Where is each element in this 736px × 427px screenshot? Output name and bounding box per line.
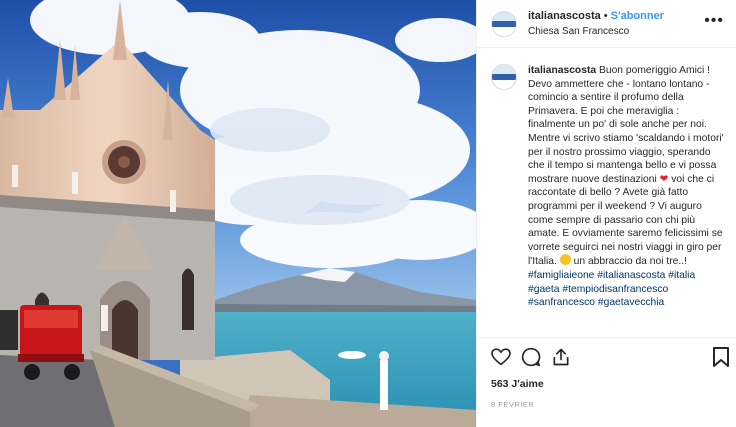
church-photo xyxy=(0,0,476,427)
action-bar: 563 J'aime 8 février xyxy=(477,337,736,427)
action-icons xyxy=(491,344,722,370)
avatar-image xyxy=(492,65,516,89)
hashtag-link[interactable]: #gaeta xyxy=(528,284,560,295)
header-line: italianascosta • S'abonner xyxy=(528,9,664,23)
red-heart-emoji-icon: ❤ xyxy=(659,173,669,185)
hashtag-link[interactable]: #italia xyxy=(668,270,695,281)
follow-button[interactable]: S'abonner xyxy=(611,10,664,22)
instagram-post: italianascosta • S'abonner Chiesa San Fran… xyxy=(0,0,736,427)
bookmark-icon[interactable] xyxy=(712,346,730,368)
caption-body-1: Buon pomeriggio Amici ! Devo ammettere c… xyxy=(528,65,724,185)
hashtag-link[interactable]: #tempiodisanfrancesco xyxy=(562,284,668,295)
hashtag-link[interactable]: #gaetavecchia xyxy=(598,297,664,308)
heart-icon[interactable] xyxy=(491,348,511,366)
avatar[interactable] xyxy=(491,64,517,90)
caption-comment: italianascosta Buon pomeriggio Amici ! D… xyxy=(491,64,724,310)
caption-text: italianascosta Buon pomeriggio Amici ! D… xyxy=(528,64,724,310)
caption-body-2: voi che ci raccontate di bello ? Avete g… xyxy=(528,173,723,268)
likes-count[interactable]: 563 J'aime xyxy=(491,378,722,390)
hashtag-link[interactable]: #italianascosta xyxy=(597,270,665,281)
post-date[interactable]: 8 février xyxy=(491,400,722,409)
location-link[interactable]: Chiesa San Francesco xyxy=(528,25,664,39)
header-text: italianascosta • S'abonner Chiesa San Fran… xyxy=(528,9,664,39)
post-photo[interactable] xyxy=(0,0,476,427)
smile-emoji-icon xyxy=(559,254,571,266)
username-link[interactable]: italianascosta xyxy=(528,10,601,22)
comments-area: italianascosta Buon pomeriggio Amici ! D… xyxy=(477,48,736,337)
caption-username[interactable]: italianascosta xyxy=(528,65,596,76)
caption-body-3: un abbraccio da noi tre..! xyxy=(573,256,687,268)
share-icon[interactable] xyxy=(551,347,571,367)
post-header: italianascosta • S'abonner Chiesa San Fran… xyxy=(477,0,736,48)
avatar[interactable] xyxy=(491,10,517,37)
comment-icon[interactable] xyxy=(521,347,541,367)
hashtag-link[interactable]: #famigliaieone xyxy=(528,270,594,281)
separator-dot: • xyxy=(603,9,608,22)
post-sidebar: italianascosta • S'abonner Chiesa San Fran… xyxy=(476,0,736,427)
ellipsis-icon[interactable]: ••• xyxy=(704,12,724,30)
avatar-image xyxy=(492,11,516,36)
hashtag-link[interactable]: #sanfrancesco xyxy=(528,297,595,308)
